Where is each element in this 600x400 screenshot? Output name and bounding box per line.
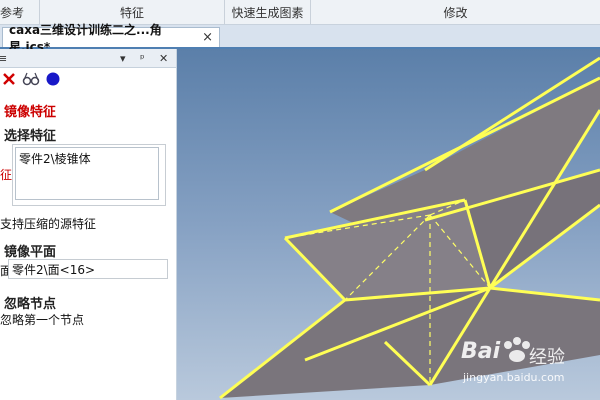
watermark-url: jingyan.baidu.com: [463, 371, 565, 384]
cancel-icon[interactable]: [2, 72, 16, 86]
feature-side-label: 征: [0, 168, 13, 182]
ribbon-group-quick-generate[interactable]: 快速生成图素: [225, 0, 311, 24]
mirror-plane-heading: 镜像平面: [4, 245, 57, 260]
preview-glasses-icon[interactable]: [22, 72, 40, 86]
3d-viewport[interactable]: Bai 经验 jingyan.baidu.com: [177, 49, 600, 400]
document-tab-strip: caxa三维设计训练二之...角星.ics* ×: [0, 23, 600, 54]
feature-list[interactable]: 零件2\棱锥体: [15, 147, 159, 200]
ignore-first-node-label[interactable]: 忽略第一个节点: [0, 311, 84, 328]
panel-close-icon[interactable]: ✕: [159, 52, 168, 65]
ribbon-group-modify[interactable]: 修改: [311, 0, 600, 24]
panel-dropdown-icon[interactable]: ▾: [120, 52, 126, 65]
ignore-node-heading: 忽略节点: [4, 297, 57, 312]
support-compressed-label: 支持压缩的源特征: [0, 217, 97, 231]
document-tab[interactable]: caxa三维设计训练二之...角星.ics* ×: [2, 23, 220, 54]
panel-toolbar: [0, 68, 176, 90]
help-dot-icon[interactable]: [46, 72, 60, 86]
panel-title-bar: ≡ ▾ ᵖ ✕: [0, 49, 176, 68]
close-tab-icon[interactable]: ×: [202, 30, 213, 45]
panel-pin-icon[interactable]: ᵖ: [140, 52, 145, 65]
watermark-brand: Bai: [461, 339, 501, 364]
mirror-feature-heading: 镜像特征: [4, 105, 57, 120]
feature-list-item[interactable]: 零件2\棱锥体: [19, 150, 155, 167]
select-feature-heading: 选择特征: [4, 129, 57, 144]
mirror-plane-field[interactable]: 零件2\面<16>: [8, 259, 168, 279]
panel-title: ≡: [0, 51, 8, 65]
property-panel: ≡ ▾ ᵖ ✕ 镜像特征 选择特征 征 零件2\棱锥体 支持压缩的源特征 镜像平…: [0, 49, 177, 400]
watermark-brand-suffix: 经验: [529, 347, 565, 368]
